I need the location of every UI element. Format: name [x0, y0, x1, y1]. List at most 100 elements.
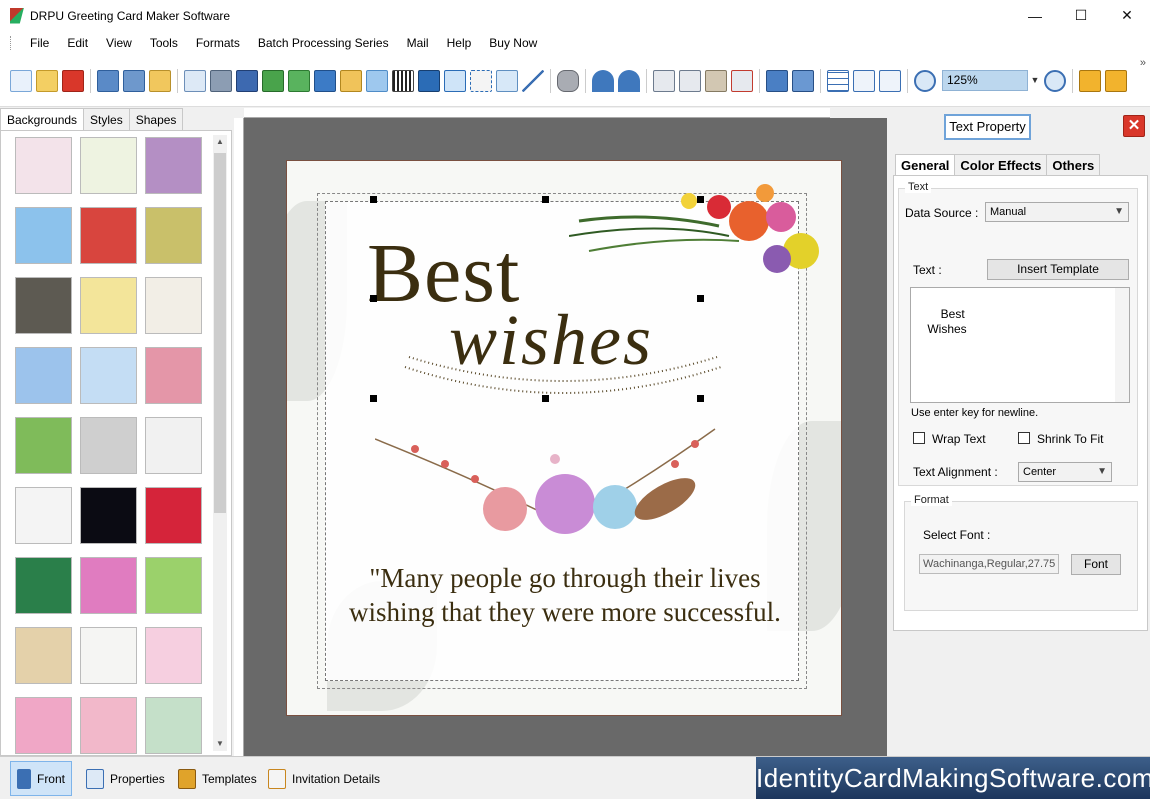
data-source-select[interactable]: Manual ▼: [985, 202, 1129, 222]
background-thumbnail[interactable]: [15, 417, 72, 474]
tab-color-effects[interactable]: Color Effects: [954, 154, 1048, 175]
grid-icon[interactable]: [827, 69, 849, 92]
bring-to-front-icon[interactable]: [766, 69, 788, 92]
menu-batch-processing[interactable]: Batch Processing Series: [249, 31, 398, 55]
tab-styles[interactable]: Styles: [83, 108, 130, 130]
background-thumbnail[interactable]: [15, 137, 72, 194]
new-file-icon[interactable]: [10, 69, 32, 92]
flower-bouquet-top[interactable]: [569, 181, 819, 291]
line-tool-icon[interactable]: [522, 69, 544, 92]
background-thumbnail[interactable]: [15, 557, 72, 614]
selection-handle[interactable]: [697, 395, 704, 402]
background-thumbnail[interactable]: [15, 697, 72, 754]
actual-size-icon[interactable]: [853, 69, 875, 92]
selection-handle[interactable]: [697, 196, 704, 203]
copy-icon[interactable]: [679, 69, 701, 92]
zoom-in-icon[interactable]: [914, 69, 936, 92]
background-thumbnail[interactable]: [80, 627, 137, 684]
tab-shapes[interactable]: Shapes: [128, 108, 184, 130]
background-thumbnail[interactable]: [15, 627, 72, 684]
background-thumbnail[interactable]: [80, 347, 137, 404]
background-thumbnail[interactable]: [80, 417, 137, 474]
tab-general[interactable]: General: [895, 154, 956, 176]
send-to-back-icon[interactable]: [792, 69, 814, 92]
menu-formats[interactable]: Formats: [187, 31, 249, 55]
text-content-input[interactable]: Best Wishes: [910, 287, 1130, 403]
tab-others[interactable]: Others: [1046, 154, 1101, 175]
open-folder-icon[interactable]: [36, 69, 58, 92]
scrollbar-thumb[interactable]: [214, 153, 226, 513]
menu-file[interactable]: File: [21, 31, 58, 55]
background-thumbnail[interactable]: [145, 417, 202, 474]
background-thumbnail[interactable]: [145, 137, 202, 194]
tab-properties[interactable]: Properties: [80, 761, 171, 796]
background-thumbnail[interactable]: [80, 137, 137, 194]
menu-help[interactable]: Help: [438, 31, 481, 55]
selection-handle[interactable]: [542, 196, 549, 203]
tab-invitation-details[interactable]: Invitation Details: [262, 761, 386, 796]
fit-to-window-icon[interactable]: [879, 69, 901, 92]
text-alignment-select[interactable]: Center ▼: [1018, 462, 1112, 482]
selection-handle[interactable]: [370, 295, 377, 302]
selection-handle[interactable]: [370, 395, 377, 402]
background-thumbnail[interactable]: [15, 487, 72, 544]
redo-icon[interactable]: [618, 69, 640, 92]
background-thumbnail[interactable]: [145, 557, 202, 614]
menu-tools[interactable]: Tools: [141, 31, 187, 55]
card-quote-text[interactable]: "Many people go through their lives wish…: [327, 561, 803, 629]
menu-buy-now[interactable]: Buy Now: [480, 31, 546, 55]
image-crop-icon[interactable]: [262, 69, 284, 92]
background-thumbnail[interactable]: [80, 557, 137, 614]
lock-icon[interactable]: [1079, 69, 1101, 92]
design-canvas[interactable]: Best wishes "Many people go through thei…: [244, 118, 887, 756]
maximize-button[interactable]: ☐: [1058, 0, 1104, 31]
mail-icon[interactable]: [496, 69, 518, 92]
print-icon[interactable]: [210, 69, 232, 92]
menu-edit[interactable]: Edit: [58, 31, 97, 55]
print-preview-icon[interactable]: [236, 69, 258, 92]
properties-icon[interactable]: [184, 69, 206, 92]
close-window-button[interactable]: ✕: [1104, 0, 1150, 31]
minimize-button[interactable]: —: [1012, 0, 1058, 31]
background-thumbnail[interactable]: [80, 697, 137, 754]
flower-bouquet-center[interactable]: [375, 419, 735, 559]
pencil-icon[interactable]: [314, 69, 336, 92]
signature-icon[interactable]: [470, 69, 492, 92]
font-button[interactable]: Font: [1071, 554, 1121, 575]
background-thumbnail[interactable]: [15, 207, 72, 264]
selection-handle[interactable]: [370, 196, 377, 203]
close-panel-button[interactable]: ✕: [1123, 115, 1145, 137]
tab-front[interactable]: Front: [10, 761, 72, 796]
zoom-out-icon[interactable]: [1044, 69, 1066, 92]
save-icon[interactable]: [97, 69, 119, 92]
shrink-to-fit-checkbox[interactable]: [1018, 432, 1030, 444]
scroll-down-icon[interactable]: ▼: [213, 737, 227, 751]
shapes-icon[interactable]: [340, 69, 362, 92]
text-tool-icon[interactable]: [444, 69, 466, 92]
thumbnail-scrollbar[interactable]: ▲ ▼: [213, 135, 227, 751]
unlock-icon[interactable]: [1105, 69, 1127, 92]
toolbar-overflow-icon[interactable]: »: [1140, 57, 1146, 69]
background-thumbnail[interactable]: [145, 487, 202, 544]
background-thumbnail[interactable]: [145, 207, 202, 264]
background-thumbnail[interactable]: [145, 347, 202, 404]
cut-icon[interactable]: [653, 69, 675, 92]
insert-picture-icon[interactable]: [288, 69, 310, 92]
menu-view[interactable]: View: [97, 31, 141, 55]
menu-mail[interactable]: Mail: [398, 31, 438, 55]
database-icon[interactable]: [557, 69, 579, 92]
undo-icon[interactable]: [592, 69, 614, 92]
insert-template-button[interactable]: Insert Template: [987, 259, 1129, 280]
barcode-icon[interactable]: [392, 69, 414, 92]
greeting-card[interactable]: Best wishes "Many people go through thei…: [286, 160, 842, 716]
background-thumbnail[interactable]: [80, 277, 137, 334]
background-thumbnail[interactable]: [15, 277, 72, 334]
selection-handle[interactable]: [697, 295, 704, 302]
selection-handle[interactable]: [542, 395, 549, 402]
zoom-level-input[interactable]: 125%: [942, 70, 1028, 91]
text-art-icon[interactable]: [418, 69, 440, 92]
tab-templates[interactable]: Templates: [172, 761, 263, 796]
background-thumbnail[interactable]: [80, 487, 137, 544]
background-thumbnail[interactable]: [15, 347, 72, 404]
save-as-icon[interactable]: [123, 69, 145, 92]
